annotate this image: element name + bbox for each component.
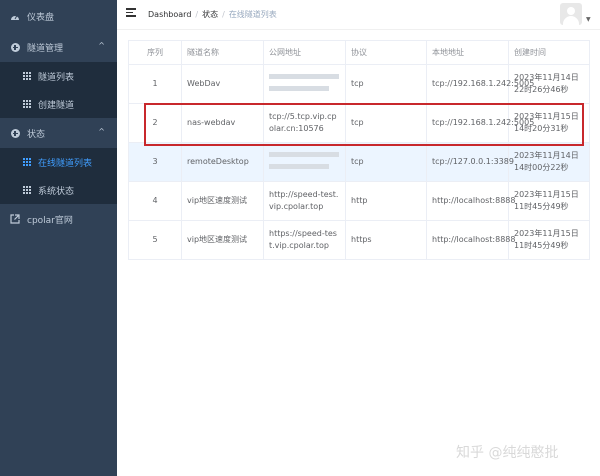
cell-created-time: 2023年11月15日 11时45分49秒 bbox=[508, 181, 590, 221]
breadcrumb-dashboard[interactable]: Dashboard bbox=[148, 10, 191, 19]
sidebar-item-online-tunnels[interactable]: 在线隧道列表 bbox=[0, 148, 117, 176]
cell-public-address-redacted bbox=[263, 64, 346, 104]
grid-icon bbox=[22, 185, 32, 195]
sidebar-item-cpolar-website[interactable]: cpolar官网 bbox=[0, 205, 117, 233]
sidebar-item-label: 创建隧道 bbox=[38, 101, 75, 111]
sidebar-item-label: 在线隧道列表 bbox=[38, 159, 93, 169]
chevron-up-icon: ^ bbox=[98, 127, 105, 136]
watermark: 知乎 @纯纯憨批 bbox=[456, 445, 559, 461]
top-navbar: Dashboard / 状态 / 在线隧道列表 ▼ bbox=[117, 0, 600, 30]
breadcrumb: Dashboard / 状态 / 在线隧道列表 bbox=[148, 10, 277, 19]
sidebar-item-label: 状态 bbox=[27, 130, 46, 140]
cell-local-address: tcp://127.0.0.1:3389 bbox=[426, 142, 514, 182]
cell-local-address: http://localhost:8888 bbox=[426, 181, 515, 221]
grid-icon bbox=[22, 99, 32, 109]
cell-public-address: http://speed-test.vip.cpolar.top bbox=[263, 181, 346, 221]
sidebar-item-label: 隧道管理 bbox=[27, 44, 64, 54]
cell-index: 4 bbox=[128, 181, 182, 221]
dashboard-icon bbox=[10, 11, 20, 21]
cell-public-address: https://speed-test.vip.cpolar.top bbox=[263, 220, 346, 260]
cell-protocol: https bbox=[345, 220, 427, 260]
sidebar-item-system-status[interactable]: 系统状态 bbox=[0, 176, 117, 204]
cell-local-address: tcp://192.168.1.242:5005 bbox=[426, 64, 534, 104]
breadcrumb-status[interactable]: 状态 bbox=[202, 10, 218, 19]
hamburger-menu-icon[interactable] bbox=[126, 8, 136, 17]
column-header-public-address: 公网地址 bbox=[263, 40, 346, 65]
cell-index: 3 bbox=[128, 142, 182, 182]
sidebar-item-label: 隧道列表 bbox=[38, 73, 75, 83]
cell-name: WebDav bbox=[181, 64, 264, 104]
caret-down-icon[interactable]: ▼ bbox=[586, 16, 591, 23]
table-row[interactable]: 3 remoteDesktop tcp tcp://127.0.0.1:3389… bbox=[128, 142, 590, 182]
cell-local-address: http://localhost:8888 bbox=[426, 220, 515, 260]
grid-icon bbox=[22, 71, 32, 81]
cell-name: vip地区速度测试 bbox=[181, 220, 264, 260]
column-header-name: 隧道名称 bbox=[181, 40, 264, 65]
cell-created-time: 2023年11月14日 14时00分22秒 bbox=[508, 142, 590, 182]
tunnel-table: 序列 隧道名称 公网地址 协议 本地地址 创建时间 1 WebDav tcp t… bbox=[128, 40, 590, 260]
cell-index: 1 bbox=[128, 64, 182, 104]
column-header-protocol: 协议 bbox=[345, 40, 427, 65]
cell-protocol: tcp bbox=[345, 142, 427, 182]
table-header-row: 序列 隧道名称 公网地址 协议 本地地址 创建时间 bbox=[128, 40, 590, 65]
column-header-local-address: 本地地址 bbox=[426, 40, 509, 65]
annotation-highlight-box bbox=[144, 103, 584, 146]
cell-protocol: http bbox=[345, 181, 427, 221]
cell-created-time: 2023年11月15日 11时45分49秒 bbox=[508, 220, 590, 260]
plus-circle-icon bbox=[10, 42, 20, 52]
breadcrumb-current: 在线隧道列表 bbox=[228, 10, 277, 19]
sidebar-item-label: 系统状态 bbox=[38, 187, 75, 197]
cell-public-address-redacted bbox=[263, 142, 346, 182]
sidebar-item-label: cpolar官网 bbox=[27, 216, 73, 226]
column-header-index: 序列 bbox=[128, 40, 182, 65]
sidebar-item-tunnel-management[interactable]: 隧道管理 ^ bbox=[0, 33, 117, 61]
sidebar-item-tunnel-list[interactable]: 隧道列表 bbox=[0, 62, 117, 90]
cell-name: remoteDesktop bbox=[181, 142, 264, 182]
table-row[interactable]: 1 WebDav tcp tcp://192.168.1.242:5005 20… bbox=[128, 64, 590, 104]
chevron-up-icon: ^ bbox=[98, 41, 105, 50]
cell-index: 5 bbox=[128, 220, 182, 260]
cell-name: vip地区速度测试 bbox=[181, 181, 264, 221]
sidebar: 仪表盘 隧道管理 ^ 隧道列表 创建隧道 状态 ^ 在线隧道列表 系统状态 cp… bbox=[0, 0, 117, 476]
avatar[interactable] bbox=[560, 3, 582, 25]
sidebar-item-status[interactable]: 状态 ^ bbox=[0, 119, 117, 147]
external-link-icon bbox=[10, 214, 20, 224]
column-header-created-time: 创建时间 bbox=[508, 40, 590, 65]
sidebar-item-dashboard[interactable]: 仪表盘 bbox=[0, 2, 117, 30]
sidebar-item-create-tunnel[interactable]: 创建隧道 bbox=[0, 90, 117, 118]
plus-circle-icon bbox=[10, 128, 20, 138]
cell-created-time: 2023年11月14日 22时26分46秒 bbox=[508, 64, 590, 104]
table-row[interactable]: 5 vip地区速度测试 https://speed-test.vip.cpola… bbox=[128, 220, 590, 260]
cell-protocol: tcp bbox=[345, 64, 427, 104]
table-row[interactable]: 4 vip地区速度测试 http://speed-test.vip.cpolar… bbox=[128, 181, 590, 221]
grid-icon bbox=[22, 157, 32, 167]
sidebar-item-label: 仪表盘 bbox=[27, 13, 55, 23]
